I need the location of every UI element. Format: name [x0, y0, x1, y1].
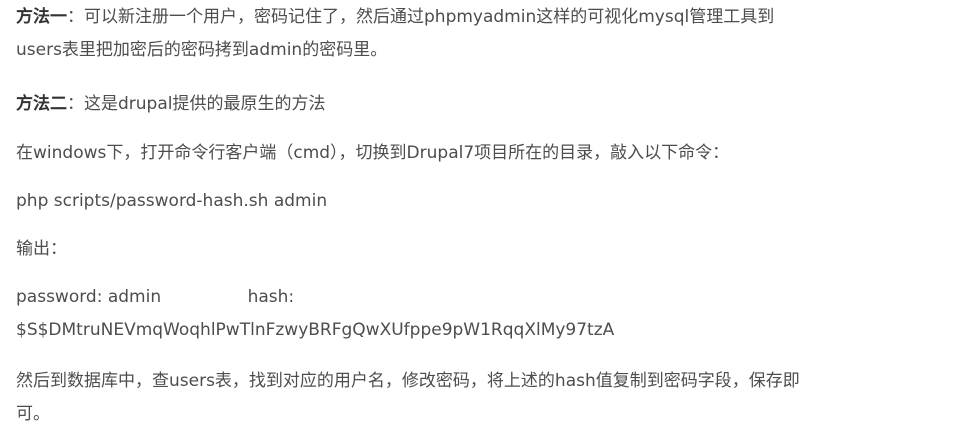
conclusion-line-1: 然后到数据库中，查users表，找到对应的用户名，修改密码，将上述的hash值复…	[16, 371, 800, 391]
output-label: 输出：	[16, 239, 67, 259]
method-one-label: 方法一	[16, 7, 67, 27]
conclusion-paragraph: 然后到数据库中，查users表，找到对应的用户名，修改密码，将上述的hash值复…	[16, 365, 919, 431]
output-line-1: password: admin hash:	[16, 287, 295, 307]
conclusion-line-2: 可。	[16, 404, 50, 424]
method-one-line-1: 方法一：可以新注册一个用户，密码记住了，然后通过phpmyadmin这样的可视化…	[16, 1, 919, 34]
method-one-paragraph: 方法一：可以新注册一个用户，密码记住了，然后通过phpmyadmin这样的可视化…	[16, 1, 919, 67]
method-one-line-2: users表里把加密后的密码拷到admin的密码里。	[16, 40, 388, 60]
method-two-label: 方法二	[16, 94, 67, 114]
output-hash-line: $S$DMtruNEVmqWoqhlPwTlnFzwyBRFgQwXUfppe9…	[16, 320, 615, 340]
article-body: 方法一：可以新注册一个用户，密码记住了，然后通过phpmyadmin这样的可视化…	[0, 0, 959, 443]
method-one-text: ：可以新注册一个用户，密码记住了，然后通过phpmyadmin这样的可视化mys…	[67, 7, 775, 27]
output-paragraph: password: admin hash: $S$DMtruNEVmqWoqhl…	[16, 281, 919, 347]
command-paragraph: php scripts/password-hash.sh admin	[16, 191, 328, 211]
method-two-text: ：这是drupal提供的最原生的方法	[67, 94, 326, 114]
instruction-paragraph: 在windows下，打开命令行客户端（cmd），切换到Drupal7项目所在的目…	[16, 143, 730, 163]
method-two-paragraph: 方法二：这是drupal提供的最原生的方法	[16, 88, 919, 121]
